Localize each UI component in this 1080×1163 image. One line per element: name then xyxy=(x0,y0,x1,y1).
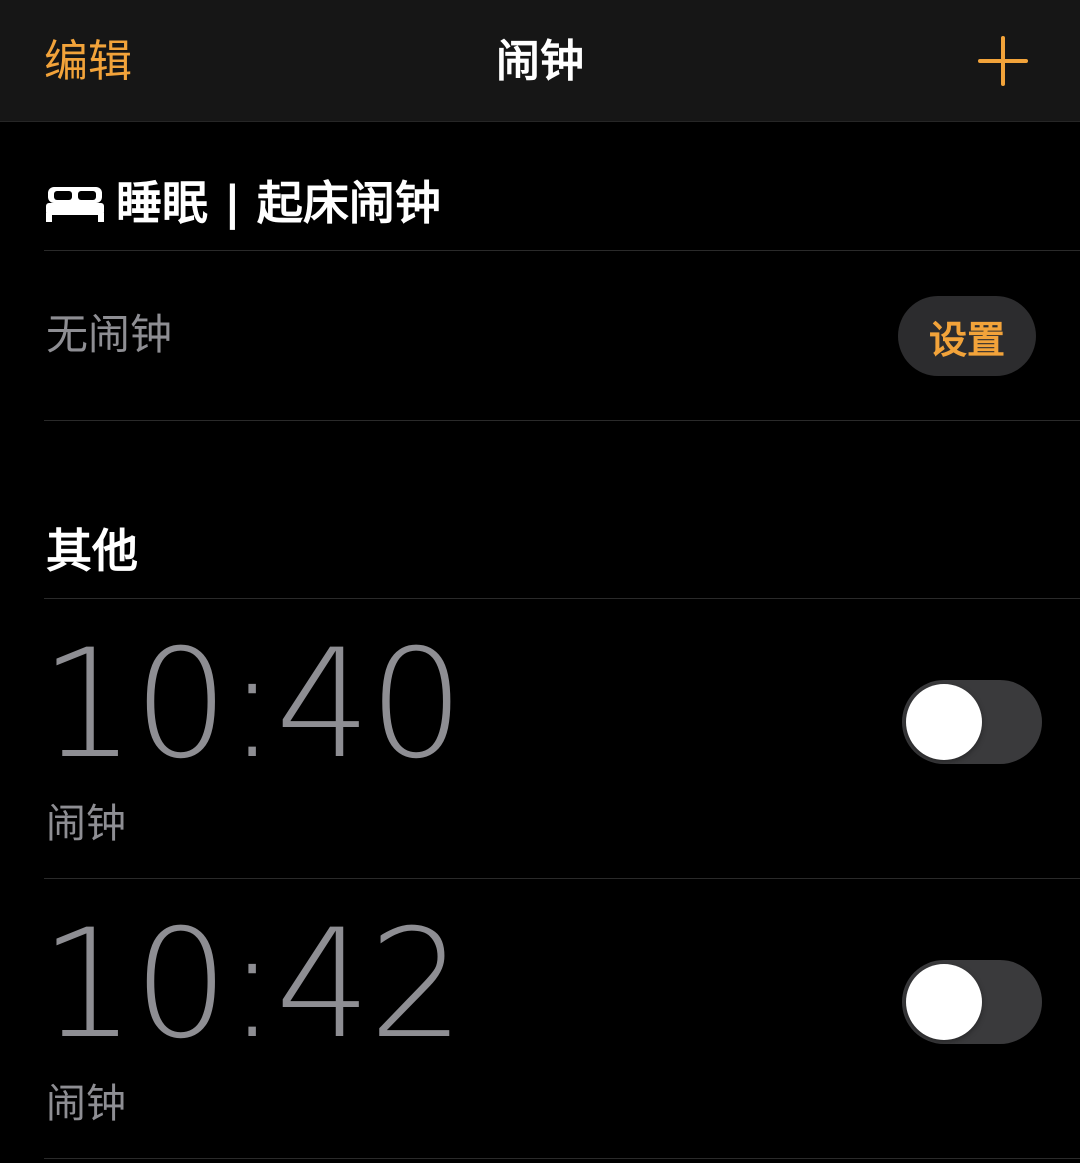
alarm-time: 10:42 xyxy=(40,898,464,1072)
setup-button[interactable]: 设置 xyxy=(898,296,1036,376)
alarm-toggle[interactable] xyxy=(902,680,1042,764)
bed-icon xyxy=(46,187,104,222)
alarm-row[interactable]: 10:40 闹钟 xyxy=(0,600,1080,880)
alarm-toggle[interactable] xyxy=(902,960,1042,1044)
divider xyxy=(44,1158,1080,1159)
page-title: 闹钟 xyxy=(496,36,584,87)
toggle-knob xyxy=(906,684,982,760)
plus-icon[interactable] xyxy=(978,36,1028,86)
divider xyxy=(44,420,1080,421)
other-section-title: 其他 xyxy=(46,524,138,578)
no-alarm-text: 无闹钟 xyxy=(46,310,173,359)
sleep-section-title: 睡眠 | 起床闹钟 xyxy=(116,176,441,230)
sleep-section-header: 睡眠 | 起床闹钟 xyxy=(46,170,441,236)
alarm-screen: 编辑 闹钟 睡眠 | 起床闹钟 无闹钟 设置 其他 10:40 闹钟 10:42… xyxy=(0,0,1080,1163)
divider xyxy=(44,598,1080,599)
toggle-knob xyxy=(906,964,982,1040)
divider xyxy=(44,250,1080,251)
divider xyxy=(44,878,1080,879)
navigation-bar: 编辑 闹钟 xyxy=(0,0,1080,122)
alarm-time: 10:40 xyxy=(40,618,464,792)
alarm-label: 闹钟 xyxy=(46,801,126,847)
alarm-row[interactable]: 10:42 闹钟 xyxy=(0,880,1080,1160)
alarm-label: 闹钟 xyxy=(46,1081,126,1127)
